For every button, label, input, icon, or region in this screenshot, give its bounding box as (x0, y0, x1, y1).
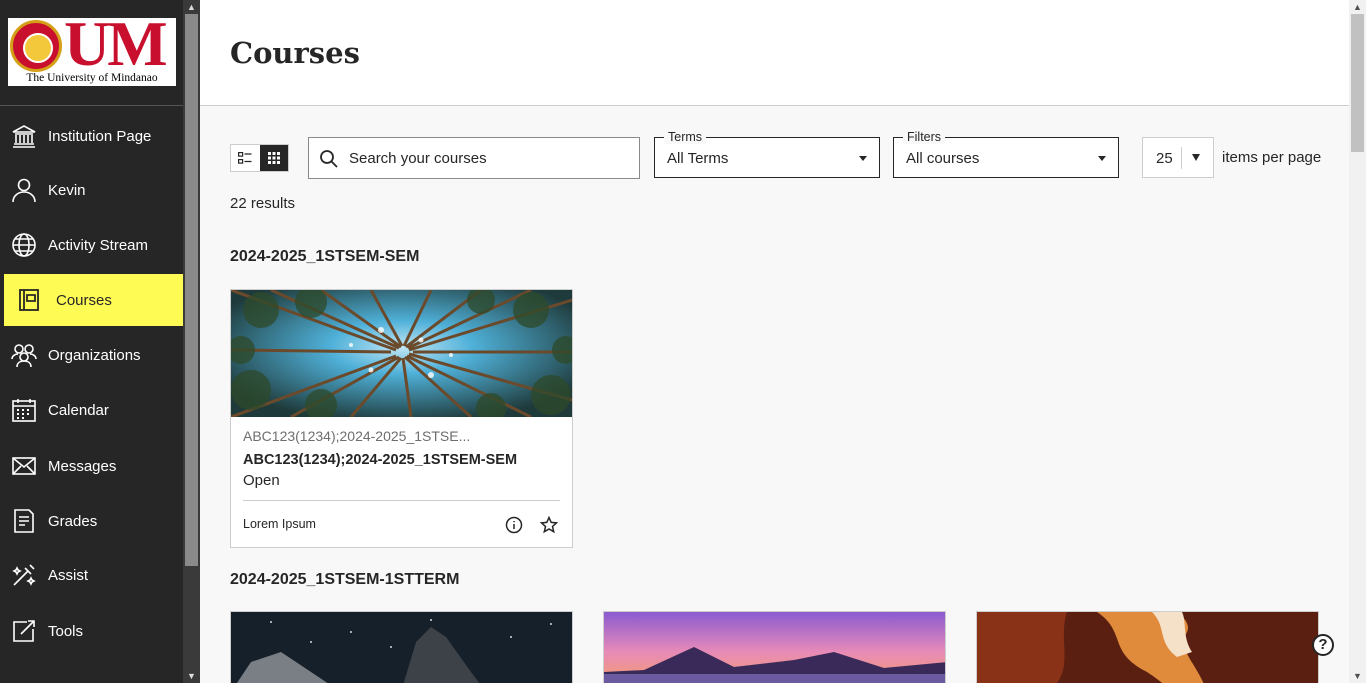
list-view-button[interactable] (231, 145, 260, 171)
star-favorite-icon[interactable] (540, 516, 558, 534)
view-toggle (230, 144, 289, 172)
user-icon (11, 177, 37, 203)
grades-icon (11, 508, 37, 534)
main-scrollbar-thumb[interactable] (1351, 14, 1364, 152)
sidebar-item-courses[interactable]: Courses (4, 274, 183, 326)
courses-icon (16, 287, 42, 313)
sidebar-item-organizations[interactable]: Organizations (0, 329, 183, 381)
grid-view-icon (267, 152, 280, 164)
sidebar-divider (0, 105, 183, 106)
course-search (308, 137, 640, 179)
help-button[interactable]: ? (1312, 634, 1334, 656)
term-heading: 2024-2025_1STSEM-1STTERM (230, 571, 460, 588)
terms-label: Terms (664, 130, 707, 144)
sidebar-item-activity-stream[interactable]: Activity Stream (0, 219, 183, 271)
main-scrollbar[interactable]: ▲ ▼ (1349, 0, 1366, 683)
calendar-icon (11, 397, 37, 423)
assist-icon (11, 562, 37, 588)
sidebar-item-label: Kevin (48, 181, 86, 199)
course-banner-image (231, 612, 572, 683)
results-count: 22 results (230, 195, 296, 212)
course-banner-image (231, 290, 572, 417)
search-input[interactable] (349, 138, 634, 178)
sidebar-item-calendar[interactable]: Calendar (0, 384, 183, 436)
items-per-page-select[interactable]: 25 (1142, 137, 1214, 178)
university-seal-icon (10, 20, 62, 72)
sidebar-item-grades[interactable]: Grades (0, 495, 183, 547)
sidebar-item-messages[interactable]: Messages (0, 440, 183, 492)
items-per-page-label: items per page (1222, 149, 1322, 166)
scroll-down-icon[interactable]: ▼ (1349, 669, 1366, 683)
sidebar-item-tools[interactable]: Tools (0, 605, 183, 657)
select-divider (1181, 147, 1182, 169)
tools-icon (11, 618, 37, 644)
course-card[interactable] (603, 611, 946, 683)
course-id: ABC123(1234);2024-2025_1STSE... (243, 428, 471, 444)
sidebar-item-label: Calendar (48, 401, 109, 419)
envelope-icon (11, 453, 37, 479)
sidebar-scrollbar[interactable]: ▲ ▼ (183, 0, 200, 683)
scroll-up-icon[interactable]: ▲ (1349, 0, 1366, 14)
caret-down-icon (859, 156, 867, 161)
institution-icon (11, 123, 37, 149)
grid-view-button[interactable] (259, 145, 288, 171)
course-name[interactable]: ABC123(1234);2024-2025_1STSEM-SEM (243, 452, 517, 468)
globe-icon (11, 232, 37, 258)
card-divider (243, 500, 560, 501)
sidebar-scrollbar-thumb[interactable] (185, 14, 198, 566)
filters-value: All courses (906, 150, 980, 167)
sidebar-item-label: Institution Page (48, 127, 152, 145)
course-banner-image (604, 612, 945, 683)
logo-text: UM (64, 18, 168, 79)
caret-down-icon (1098, 156, 1106, 161)
list-view-icon (238, 152, 252, 164)
sidebar-item-label: Courses (56, 291, 112, 309)
sidebar-item-label: Tools (48, 622, 84, 640)
logo-subtitle: The University of Mindanao (26, 72, 158, 84)
scroll-down-icon[interactable]: ▼ (183, 669, 200, 683)
sidebar-item-label: Activity Stream (48, 236, 149, 254)
terms-value: All Terms (667, 150, 729, 167)
page-header: Courses (200, 0, 1349, 106)
scroll-up-icon[interactable]: ▲ (183, 0, 200, 14)
sidebar-item-label: Messages (48, 457, 117, 475)
terms-dropdown[interactable]: Terms All Terms (654, 130, 880, 178)
sidebar: UM The University of Mindanao Institutio… (0, 0, 183, 683)
search-icon (320, 150, 338, 168)
caret-down-icon (1192, 154, 1200, 161)
items-per-page-value: 25 (1156, 150, 1173, 167)
course-status: Open (243, 472, 280, 489)
course-instructor: Lorem Ipsum (243, 517, 316, 531)
sidebar-item-label: Organizations (48, 346, 141, 364)
filters-label: Filters (903, 130, 946, 144)
organizations-icon (11, 342, 37, 368)
sidebar-item-label: Assist (48, 566, 89, 584)
course-card[interactable] (976, 611, 1319, 683)
filters-dropdown[interactable]: Filters All courses (893, 130, 1119, 178)
main-content: Courses Terms All Terms Filters All cour… (200, 0, 1349, 683)
course-banner-image (977, 612, 1318, 683)
course-card[interactable] (230, 611, 573, 683)
info-icon[interactable] (505, 516, 523, 534)
term-heading: 2024-2025_1STSEM-SEM (230, 248, 420, 265)
sidebar-item-label: Grades (48, 512, 98, 530)
sidebar-item-assist[interactable]: Assist (0, 549, 183, 601)
university-logo[interactable]: UM The University of Mindanao (8, 18, 176, 86)
page-title: Courses (230, 36, 360, 70)
sidebar-item-institution-page[interactable]: Institution Page (0, 110, 183, 162)
course-card[interactable]: ABC123(1234);2024-2025_1STSE... ABC123(1… (230, 289, 573, 548)
sidebar-item-kevin[interactable]: Kevin (0, 164, 183, 216)
